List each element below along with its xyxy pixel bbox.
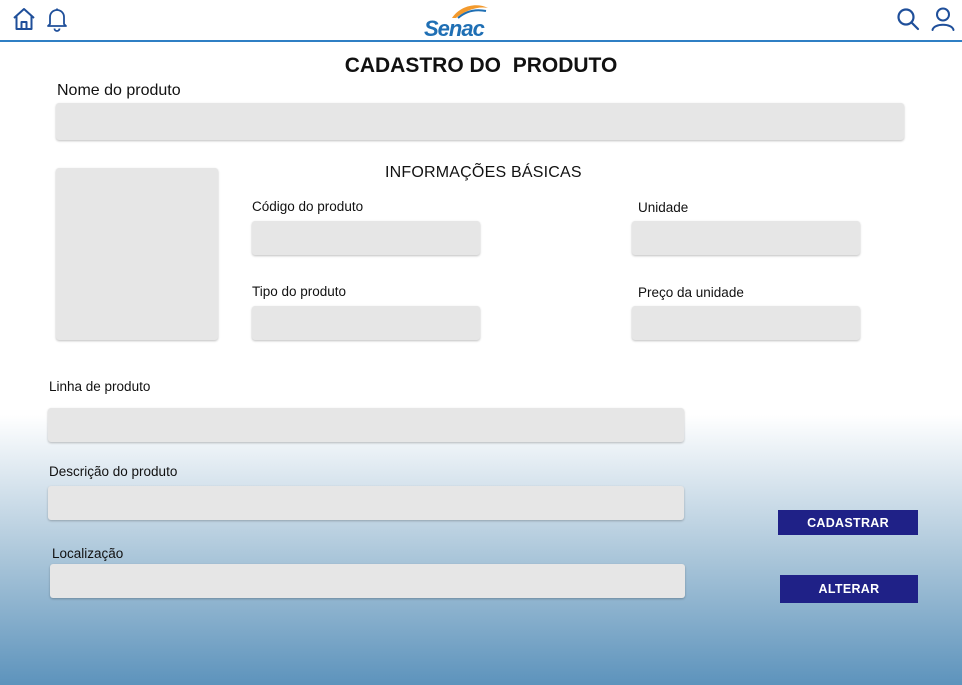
register-button[interactable]: CADASTRAR [778, 510, 918, 535]
unit-label: Unidade [638, 200, 689, 215]
product-type-field[interactable] [252, 306, 480, 340]
unit-price-field[interactable] [632, 306, 860, 340]
product-type-label: Tipo do produto [252, 284, 347, 299]
basic-info-title: INFORMAÇÕES BÁSICAS [385, 164, 582, 181]
product-code-label: Código do produto [252, 199, 364, 214]
product-line-label: Linha de produto [49, 379, 151, 394]
product-name-field[interactable] [56, 103, 904, 140]
user-icon[interactable] [930, 6, 956, 32]
home-icon[interactable] [11, 6, 37, 32]
page-title: CADASTRO DO PRODUTO [344, 54, 618, 77]
unit-field[interactable] [632, 221, 860, 255]
search-icon[interactable] [895, 6, 921, 32]
top-bar: Senac [0, 0, 962, 42]
product-line-field[interactable] [48, 408, 684, 442]
product-code-field[interactable] [252, 221, 480, 255]
senac-logo: Senac [420, 2, 500, 41]
product-description-field[interactable] [48, 486, 684, 520]
product-name-label: Nome do produto [57, 82, 181, 99]
unit-price-label: Preço da unidade [638, 285, 744, 300]
bell-icon[interactable] [44, 6, 70, 32]
location-field[interactable] [50, 564, 685, 598]
product-description-label: Descrição do produto [49, 464, 178, 479]
edit-button[interactable]: ALTERAR [780, 575, 918, 603]
location-label: Localização [52, 546, 124, 561]
product-image-placeholder[interactable] [56, 168, 218, 340]
logo-text: Senac [424, 16, 485, 41]
